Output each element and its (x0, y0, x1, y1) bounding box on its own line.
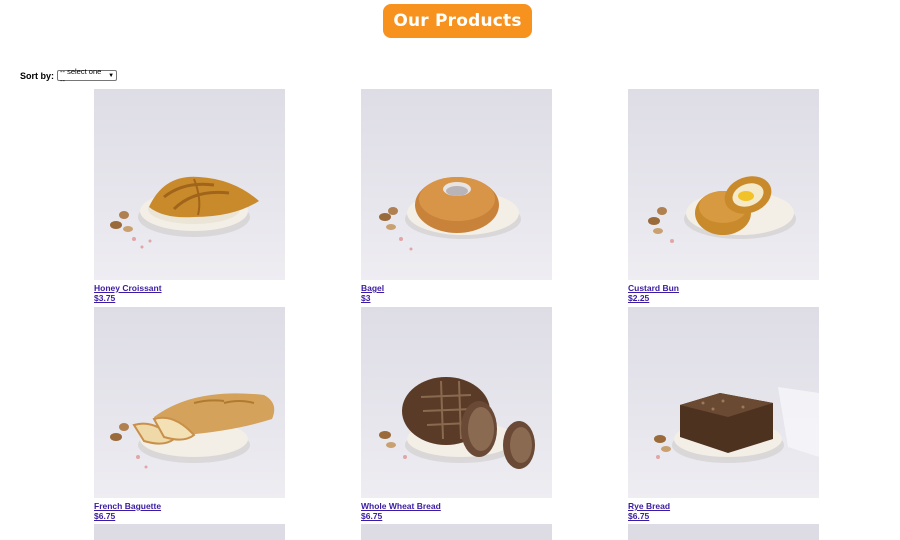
baguette-photo[interactable] (94, 307, 285, 498)
product-name-link[interactable]: Rye Bread (628, 501, 819, 511)
product-card: Custard Bun $2.25 (628, 89, 819, 303)
product-price-link[interactable]: $6.75 (628, 511, 819, 521)
product-card: Whole Wheat Bread $6.75 (361, 307, 552, 521)
product-price-link[interactable]: $3.75 (94, 293, 285, 303)
custard-bun-photo[interactable] (628, 89, 819, 280)
product-price-link[interactable]: $6.75 (361, 511, 552, 521)
croissant-photo[interactable] (94, 89, 285, 280)
product-price-link[interactable]: $3 (361, 293, 552, 303)
product-price-link[interactable]: $2.25 (628, 293, 819, 303)
product-card: Rye Bread $6.75 (628, 307, 819, 521)
product-card: Honey Croissant $3.75 (94, 89, 285, 303)
rye-bread-photo[interactable] (628, 307, 819, 498)
whole-wheat-bread-photo[interactable] (361, 307, 552, 498)
product-name-link[interactable]: Custard Bun (628, 283, 819, 293)
product-name-link[interactable]: Bagel (361, 283, 552, 293)
product-price-link[interactable]: $6.75 (94, 511, 285, 521)
product-name-link[interactable]: French Baguette (94, 501, 285, 511)
product-name-link[interactable]: Whole Wheat Bread (361, 501, 552, 511)
product-photo-partial[interactable] (94, 524, 285, 540)
product-name-link[interactable]: Honey Croissant (94, 283, 285, 293)
product-card: Bagel $3 (361, 89, 552, 303)
product-grid: Honey Croissant $3.75 Bagel $3 Custard B… (0, 0, 900, 540)
product-card: French Baguette $6.75 (94, 307, 285, 521)
product-photo-partial[interactable] (361, 524, 552, 540)
bagel-photo[interactable] (361, 89, 552, 280)
product-photo-partial[interactable] (628, 524, 819, 540)
